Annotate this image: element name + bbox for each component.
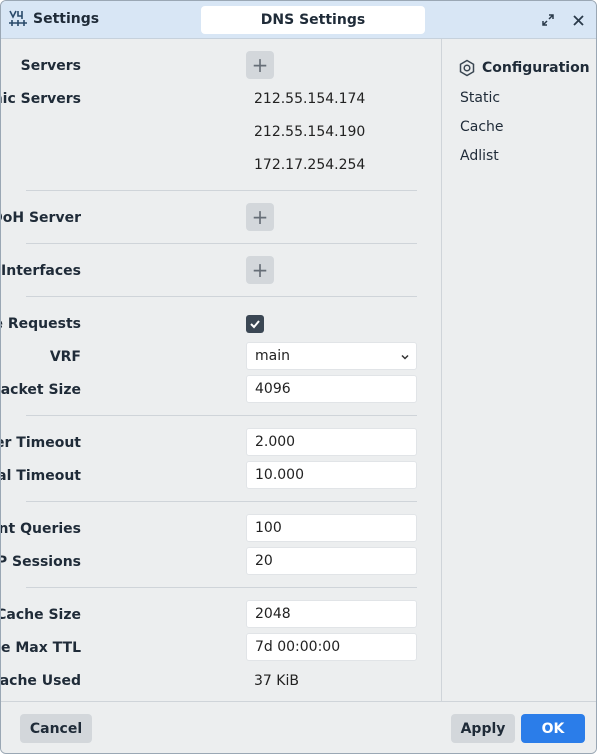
dynamic-server-1: 212.55.154.174 bbox=[254, 91, 366, 107]
footer: Cancel Apply OK bbox=[1, 701, 596, 753]
checkmark-icon bbox=[250, 320, 260, 329]
query-total-timeout-label: Query Total Timeout bbox=[1, 468, 81, 484]
cache-size-input[interactable]: 2048 bbox=[246, 600, 417, 628]
settings-window: Settings DNS Settings Servers + Dynamic … bbox=[0, 0, 597, 754]
dynamic-server-2: 212.55.154.190 bbox=[254, 124, 366, 140]
cache-used-value: 37 KiB bbox=[254, 673, 299, 689]
divider bbox=[26, 243, 417, 244]
cache-max-ttl-label: Cache Max TTL bbox=[1, 640, 81, 656]
winbox-icon bbox=[9, 10, 27, 26]
query-total-timeout-input[interactable]: 10.000 bbox=[246, 461, 417, 489]
servers-label: Servers bbox=[20, 58, 81, 74]
title-bar: Settings DNS Settings bbox=[1, 1, 596, 39]
cache-max-ttl-input[interactable]: 7d 00:00:00 bbox=[246, 633, 417, 661]
chevron-down-icon bbox=[401, 354, 409, 360]
sidebar-item-cache[interactable]: Cache bbox=[460, 119, 504, 135]
divider bbox=[26, 190, 417, 191]
cache-used-label: Cache Used bbox=[0, 673, 81, 689]
divider bbox=[26, 587, 417, 588]
dns-form: Servers + Dynamic Servers 212.55.154.174… bbox=[1, 39, 441, 701]
query-server-timeout-input[interactable]: 2.000 bbox=[246, 428, 417, 456]
use-doh-label: Use DoH Server bbox=[1, 210, 81, 226]
vrf-value: main bbox=[255, 348, 290, 364]
dynamic-server-3: 172.17.254.254 bbox=[254, 157, 366, 173]
ok-button[interactable]: OK bbox=[521, 714, 585, 743]
query-server-timeout-label: Query Server Timeout bbox=[1, 435, 81, 451]
divider bbox=[26, 501, 417, 502]
max-concurrent-queries-label: Max. Concurrent Queries bbox=[0, 521, 81, 537]
close-icon[interactable] bbox=[568, 10, 588, 30]
expand-icon[interactable] bbox=[538, 10, 558, 30]
add-doh-server-button[interactable]: + bbox=[246, 203, 274, 231]
allow-remote-label: Allow Remote Requests bbox=[1, 316, 81, 332]
dynamic-servers-label: Dynamic Servers bbox=[1, 91, 81, 107]
vrf-select[interactable]: main bbox=[246, 342, 417, 370]
add-server-button[interactable]: + bbox=[246, 51, 274, 79]
add-mdns-interface-button[interactable]: + bbox=[246, 256, 274, 284]
configuration-panel: Configuration Static Cache Adlist bbox=[441, 39, 596, 701]
cache-size-label: Cache Size bbox=[0, 607, 81, 623]
max-concurrent-queries-input[interactable]: 100 bbox=[246, 514, 417, 542]
app-title: Settings bbox=[33, 11, 100, 27]
max-udp-label: Max UDP Packet Size bbox=[0, 382, 81, 398]
max-concurrent-tcp-label: Max. Concurrent TCP Sessions bbox=[1, 554, 81, 570]
max-udp-input[interactable]: 4096 bbox=[246, 375, 417, 403]
tab-dns-settings[interactable]: DNS Settings bbox=[201, 6, 425, 34]
configuration-header: Configuration bbox=[458, 59, 590, 77]
sidebar-item-static[interactable]: Static bbox=[460, 90, 500, 106]
sidebar-item-adlist[interactable]: Adlist bbox=[460, 148, 499, 164]
allow-remote-checkbox[interactable] bbox=[246, 315, 264, 333]
configuration-title: Configuration bbox=[482, 60, 590, 76]
divider bbox=[26, 296, 417, 297]
max-concurrent-tcp-input[interactable]: 20 bbox=[246, 547, 417, 575]
hexagon-gear-icon bbox=[459, 59, 475, 77]
vrf-label: VRF bbox=[49, 349, 81, 365]
apply-button[interactable]: Apply bbox=[451, 714, 515, 743]
mdns-label: mDNS Repeater Interfaces bbox=[1, 263, 81, 279]
divider bbox=[26, 415, 417, 416]
cancel-button[interactable]: Cancel bbox=[20, 714, 92, 743]
